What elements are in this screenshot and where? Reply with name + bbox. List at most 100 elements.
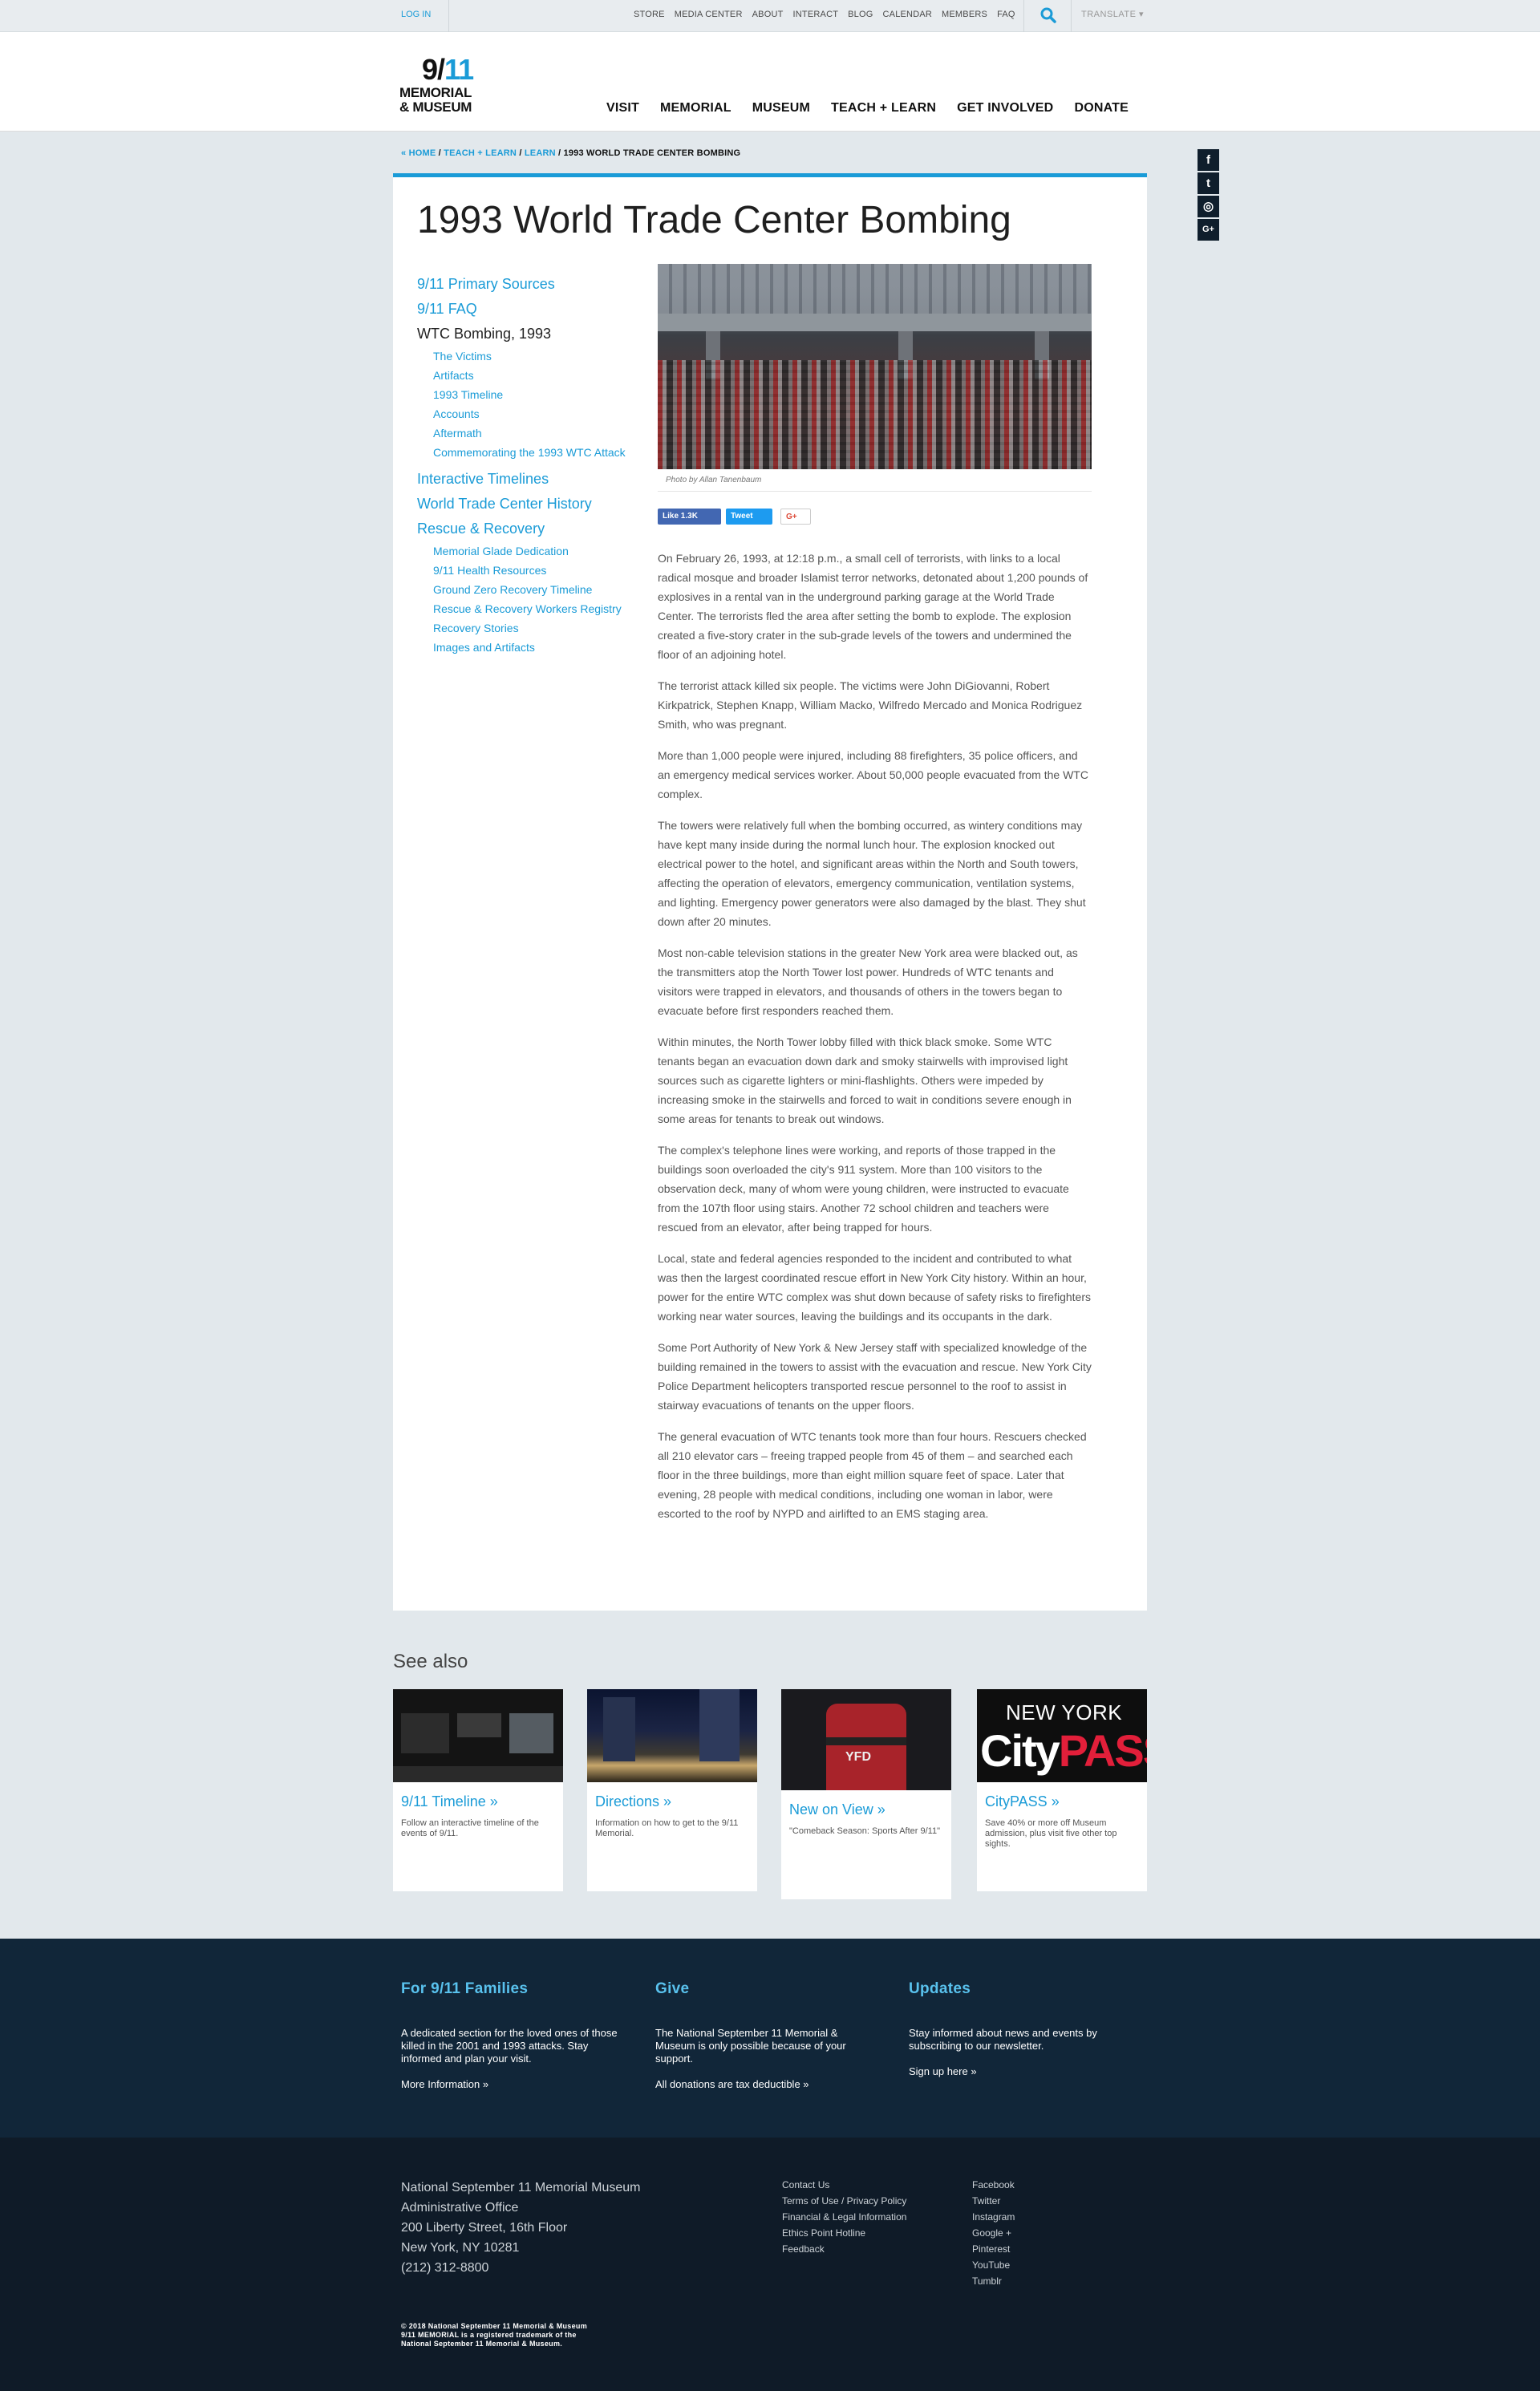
sidebar-subitem-aftermath[interactable]: Aftermath [417,423,658,443]
utility-link-blog[interactable]: BLOG [848,10,873,19]
see-also-title-link[interactable]: CityPASS » [977,1782,1147,1810]
footer-updates-link[interactable]: Sign up here » [909,2065,1125,2077]
breadcrumb-teach-learn[interactable]: TEACH + LEARN [444,148,517,158]
utility-link-faq[interactable]: FAQ [997,10,1015,19]
utility-link-media-center[interactable]: MEDIA CENTER [675,10,743,19]
utility-link-calendar[interactable]: CALENDAR [883,10,933,19]
site-logo[interactable]: 9/11 MEMORIAL & MUSEUM [399,53,496,117]
see-also-card-directions[interactable]: Directions » Information on how to get t… [587,1689,757,1891]
sidebar-subitem-1993-timeline[interactable]: 1993 Timeline [417,385,658,404]
breadcrumb-learn[interactable]: LEARN [525,148,556,158]
search-icon [1040,7,1056,23]
see-also-description: Save 40% or more off Museum admission, p… [985,1818,1117,1849]
footer-updates-title: Updates [909,1980,971,1997]
nav-get-involved[interactable]: GET INVOLVED [957,101,1053,119]
citypass-logo-top: NEW YORK [1006,1700,1123,1724]
sidebar-subitem-recovery-stories[interactable]: Recovery Stories [417,618,658,638]
copyright-line: 9/11 MEMORIAL is a registered trademark … [401,2331,577,2339]
footer-link-twitter[interactable]: Twitter [972,2193,1015,2209]
main-nav: VISIT MEMORIAL MUSEUM TEACH + LEARN GET … [606,101,1149,119]
sidebar-subitem-artifacts[interactable]: Artifacts [417,366,658,385]
address-line: Administrative Office [401,2201,519,2215]
see-also-title-link[interactable]: 9/11 Timeline » [393,1782,563,1810]
instagram-icon[interactable]: ◎ [1198,196,1219,217]
footer-link-facebook[interactable]: Facebook [972,2177,1015,2193]
utility-link-interact[interactable]: INTERACT [793,10,839,19]
sidebar-subitem-accounts[interactable]: Accounts [417,404,658,423]
sidebar-subitem-memorial-glade[interactable]: Memorial Glade Dedication [417,541,658,561]
sidebar-item-interactive-timelines[interactable]: Interactive Timelines [417,467,658,492]
nav-museum[interactable]: MUSEUM [752,101,810,119]
sidebar-item-rescue-recovery[interactable]: Rescue & Recovery [417,517,658,541]
footer-social-links: Facebook Twitter Instagram Google + Pint… [972,2177,1015,2289]
footer-give-title: Give [655,1980,690,1997]
sidebar-item-wtc-bombing[interactable]: WTC Bombing, 1993 [417,322,658,346]
see-also-card-citypass[interactable]: NEW YORK CityPASS CityPASS » Save 40% or… [977,1689,1147,1891]
footer-give: Give The National September 11 Memorial … [655,1980,872,2090]
footer-link-google-plus[interactable]: Google + [972,2225,1015,2241]
sidebar-subitem-recovery-timeline[interactable]: Ground Zero Recovery Timeline [417,580,658,599]
nav-memorial[interactable]: MEMORIAL [660,101,732,119]
nav-teach-learn[interactable]: TEACH + LEARN [831,101,936,119]
twitter-icon[interactable]: t [1198,172,1219,194]
article-paragraph: The towers were relatively full when the… [658,819,1086,928]
footer-link-feedback[interactable]: Feedback [782,2241,906,2257]
footer-link-instagram[interactable]: Instagram [972,2209,1015,2225]
sidebar-item-primary-sources[interactable]: 9/11 Primary Sources [417,272,658,297]
footer-links: Contact Us Terms of Use / Privacy Policy… [782,2177,906,2257]
sidebar-item-wtc-history[interactable]: World Trade Center History [417,492,658,517]
copyright: © 2018 National September 11 Memorial & … [401,2322,587,2348]
google-plus-icon[interactable]: G+ [1198,219,1219,241]
see-also-title-link[interactable]: New on View » [781,1790,951,1818]
footer-link-pinterest[interactable]: Pinterest [972,2241,1015,2257]
see-also-card-new-on-view[interactable]: YFD New on View » "Comeback Season: Spor… [781,1689,951,1899]
sidebar-item-faq[interactable]: 9/11 FAQ [417,297,658,322]
breadcrumb-home[interactable]: « HOME [401,148,436,158]
footer-link-tumblr[interactable]: Tumblr [972,2273,1015,2289]
thumb-jersey-text: YFD [845,1750,871,1764]
footer-link-financial[interactable]: Financial & Legal Information [782,2209,906,2225]
sidebar-subitem-victims[interactable]: The Victims [417,346,658,366]
thumb-jersey [826,1704,906,1790]
utility-bar: LOG IN STORE MEDIA CENTER ABOUT INTERACT… [0,0,1540,32]
footer-link-terms[interactable]: Terms of Use / Privacy Policy [782,2193,906,2209]
citypass-logo-pass: PASS [1058,1725,1147,1776]
google-plus-button[interactable]: G+ [780,509,811,525]
footer-families-text: A dedicated section for the loved ones o… [401,2027,618,2065]
copyright-line: National September 11 Memorial & Museum. [401,2340,563,2348]
article-paragraph: Local, state and federal agencies respon… [658,1252,1092,1323]
sidebar-subitem-commemorating[interactable]: Commemorating the 1993 WTC Attack [417,443,658,462]
citypass-logo-city: City [980,1725,1060,1776]
sidebar-subitem-health-resources[interactable]: 9/11 Health Resources [417,561,658,580]
see-also-title-link[interactable]: Directions » [587,1782,757,1810]
tweet-button[interactable]: Tweet [726,509,772,525]
nav-visit[interactable]: VISIT [606,101,639,119]
logo-line-1: MEMORIAL [399,85,472,100]
footer-updates: Updates Stay informed about news and eve… [909,1980,1125,2077]
article-paragraph: On February 26, 1993, at 12:18 p.m., a s… [658,552,1088,661]
sidebar-subitem-workers-registry[interactable]: Rescue & Recovery Workers Registry [417,599,658,618]
article-paragraph: More than 1,000 people were injured, inc… [658,749,1088,800]
search-button[interactable] [1023,0,1072,32]
login-link[interactable]: LOG IN [401,0,449,32]
footer-link-contact[interactable]: Contact Us [782,2177,906,2193]
facebook-like-button[interactable]: Like 1.3K [658,509,721,525]
footer-link-ethics[interactable]: Ethics Point Hotline [782,2225,906,2241]
footer-give-link[interactable]: All donations are tax deductible » [655,2078,872,2090]
sidebar-subitem-images-artifacts[interactable]: Images and Artifacts [417,638,658,657]
facebook-icon[interactable]: f [1198,149,1219,171]
footer-families-link[interactable]: More Information » [401,2078,618,2090]
utility-link-members[interactable]: MEMBERS [942,10,987,19]
translate-dropdown[interactable]: TRANSLATE ▾ [1081,0,1144,29]
utility-link-store[interactable]: STORE [634,10,665,19]
thumb-panel [393,1766,563,1782]
see-also-card-timeline[interactable]: 9/11 Timeline » Follow an interactive ti… [393,1689,563,1891]
content-card: 1993 World Trade Center Bombing 9/11 Pri… [393,173,1147,1611]
see-also-description: Information on how to get to the 9/11 Me… [595,1818,739,1838]
utility-link-about[interactable]: ABOUT [752,10,784,19]
nav-donate[interactable]: DONATE [1074,101,1129,119]
directions-thumbnail [587,1689,757,1782]
photo-traffic [658,360,1092,469]
footer-address: National September 11 Memorial Museum Ad… [401,2178,641,2278]
footer-link-youtube[interactable]: YouTube [972,2257,1015,2273]
